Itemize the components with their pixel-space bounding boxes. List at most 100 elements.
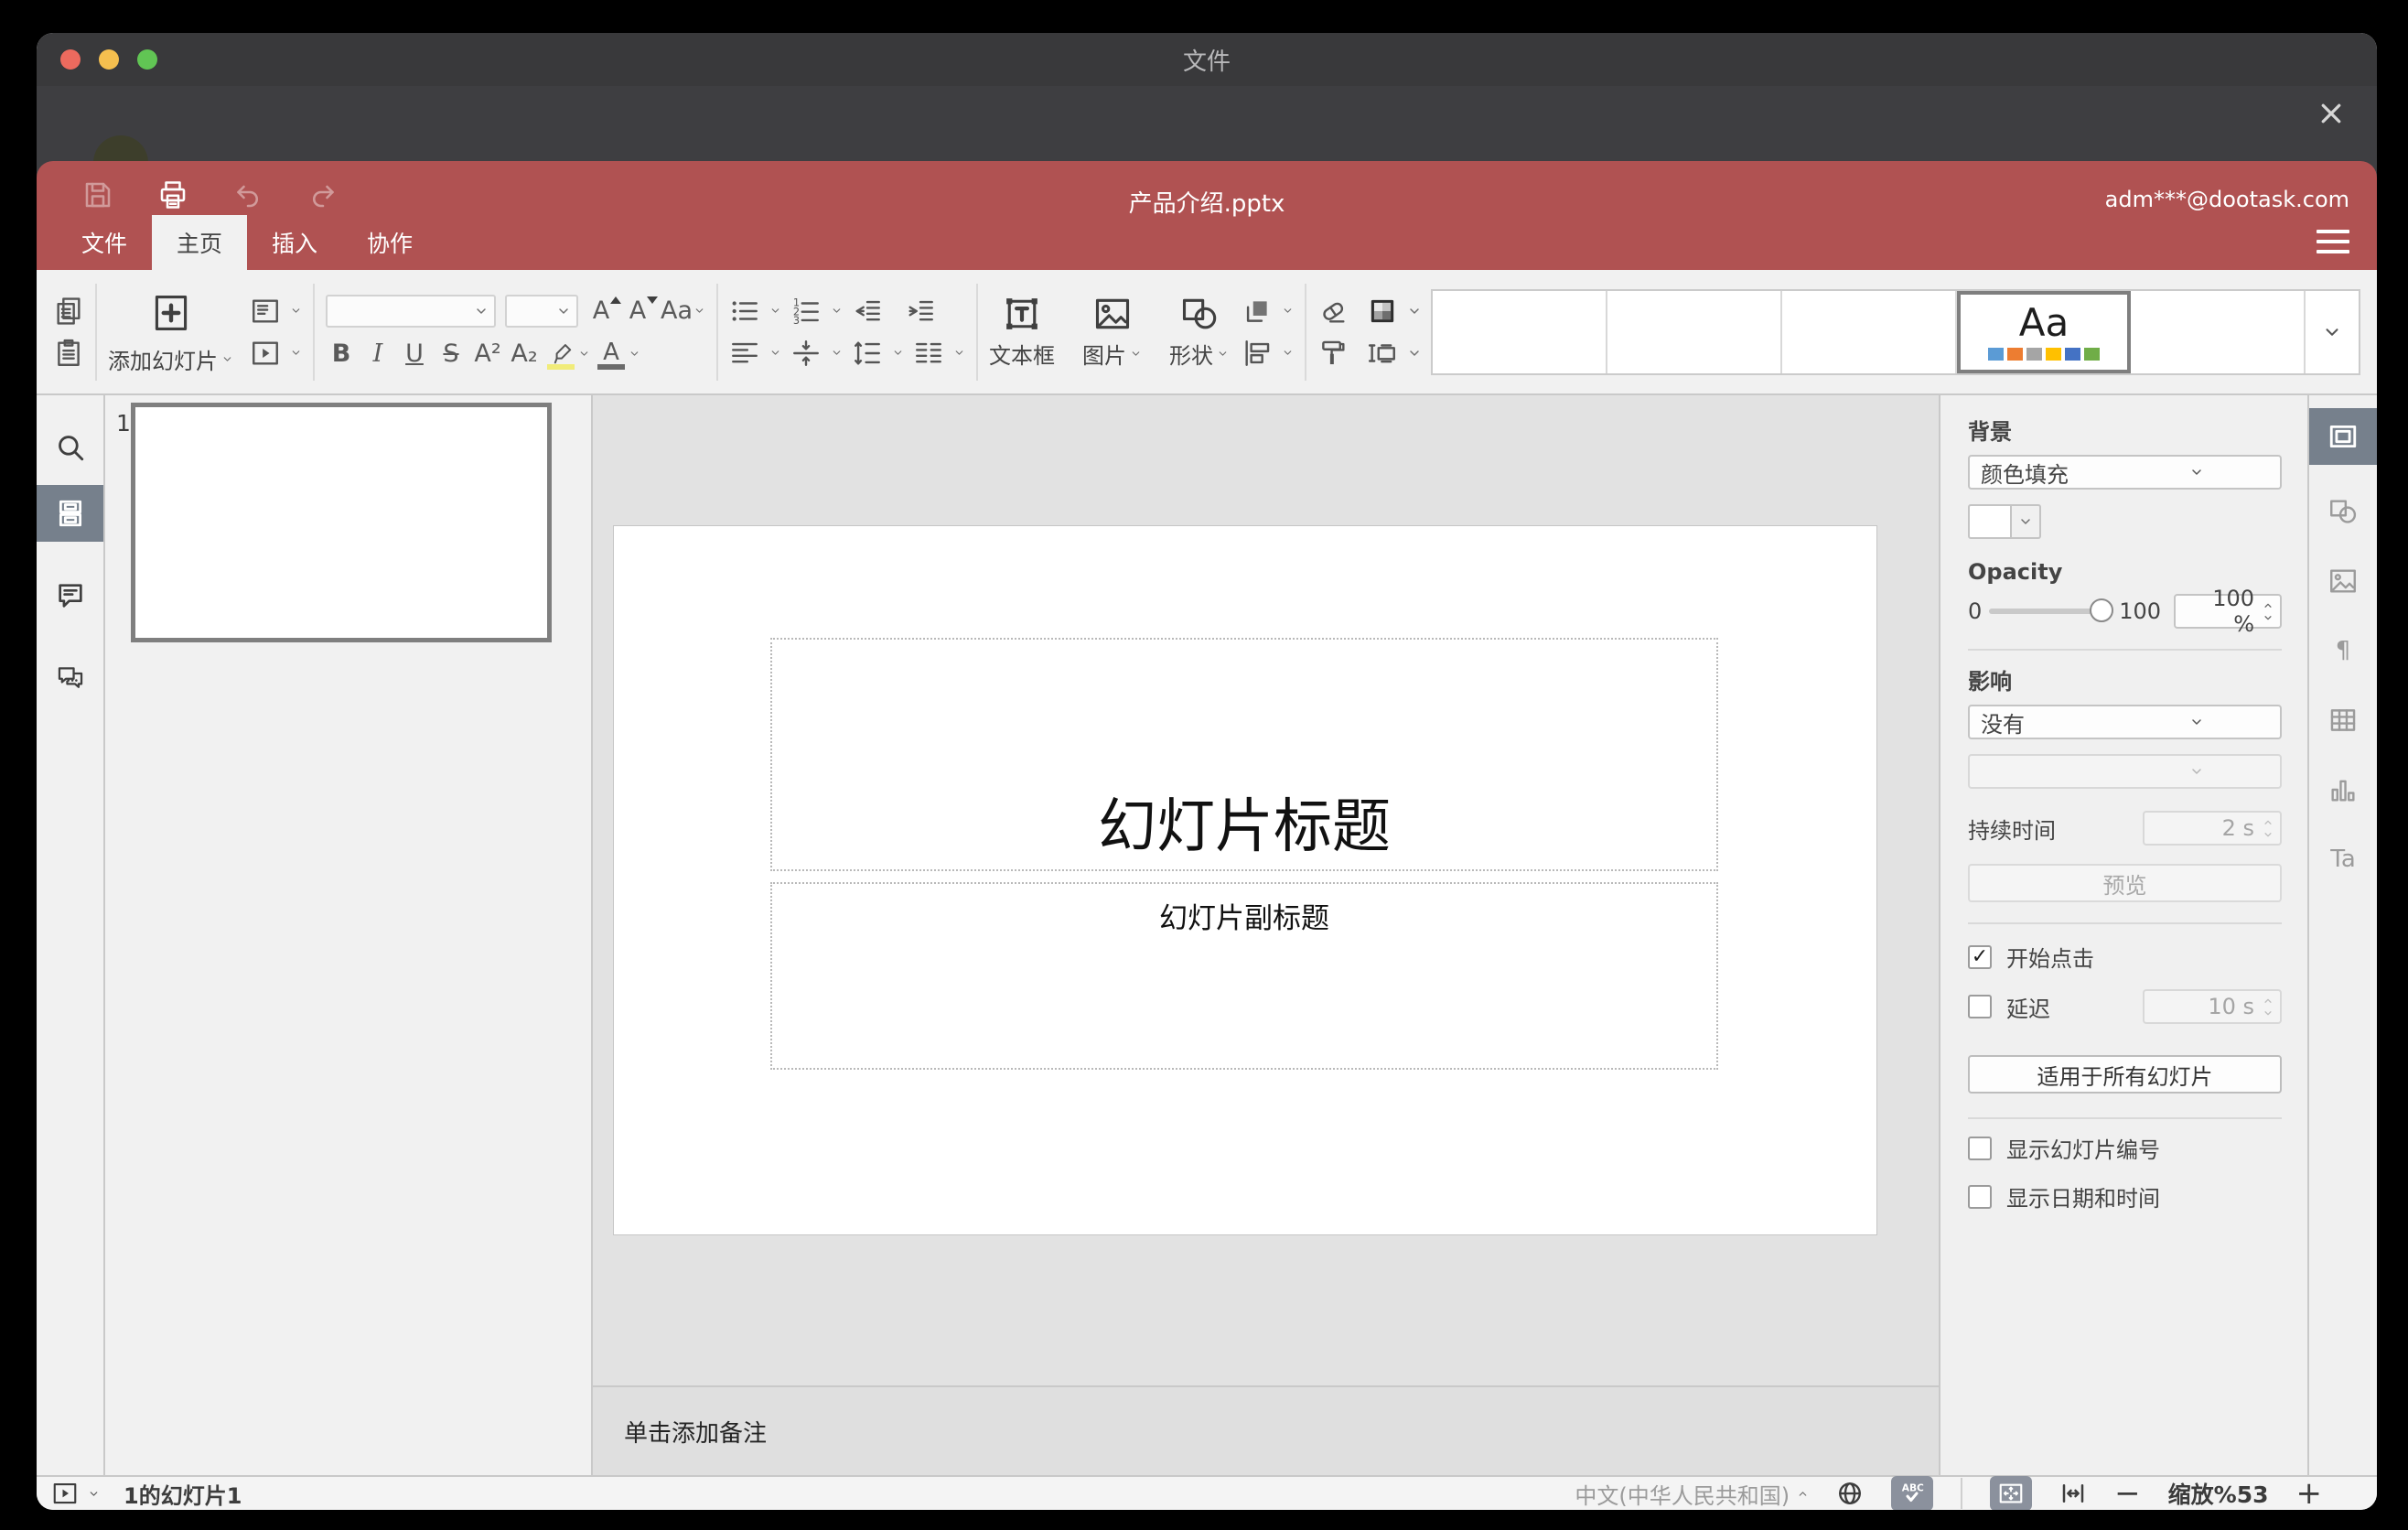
vertical-align-icon[interactable] bbox=[790, 338, 822, 369]
slide-thumbnail[interactable] bbox=[131, 403, 552, 642]
align-icon[interactable] bbox=[729, 338, 760, 369]
globe-icon[interactable] bbox=[1836, 1480, 1864, 1507]
arrange-icon[interactable] bbox=[1242, 296, 1273, 327]
chart-settings-icon[interactable] bbox=[2309, 761, 2377, 818]
columns-icon[interactable] bbox=[913, 338, 944, 369]
increase-font-button[interactable]: A bbox=[587, 296, 621, 325]
start-on-click-checkbox[interactable]: ✓ bbox=[1968, 944, 1992, 969]
notes-area[interactable]: 单击添加备注 bbox=[593, 1385, 1939, 1475]
comment-icon[interactable] bbox=[37, 567, 103, 624]
font-size-combo[interactable] bbox=[505, 294, 578, 328]
strikethrough-button[interactable]: S bbox=[435, 339, 467, 368]
opacity-slider[interactable] bbox=[1989, 598, 2114, 622]
fit-slide-icon[interactable] bbox=[1990, 1476, 2033, 1510]
chevron-down-icon[interactable] bbox=[1407, 304, 1422, 318]
eraser-icon[interactable] bbox=[1317, 296, 1349, 327]
zoom-window-button[interactable] bbox=[137, 49, 157, 70]
tab-collaboration[interactable]: 协作 bbox=[342, 215, 437, 270]
color-scheme-icon[interactable] bbox=[1367, 296, 1398, 327]
copy-icon[interactable] bbox=[53, 296, 84, 327]
background-fill-select[interactable]: 颜色填充 bbox=[1968, 455, 2282, 490]
change-case-button[interactable]: Aa bbox=[661, 296, 693, 325]
slide-layout-icon[interactable] bbox=[250, 296, 281, 327]
theme-tile[interactable] bbox=[1433, 290, 1607, 373]
chat-icon[interactable] bbox=[37, 650, 103, 706]
add-slide-button[interactable]: 添加幻灯片 bbox=[108, 288, 233, 375]
effect-type-select[interactable] bbox=[1968, 754, 2282, 789]
chevron-down-icon[interactable] bbox=[290, 347, 302, 359]
subtitle-placeholder[interactable]: 幻灯片副标题 bbox=[770, 882, 1718, 1070]
close-window-button[interactable] bbox=[60, 49, 81, 70]
slide-settings-icon[interactable] bbox=[2309, 408, 2377, 465]
line-spacing-icon[interactable] bbox=[852, 338, 883, 369]
chevron-down-icon[interactable] bbox=[769, 347, 781, 359]
tab-insert[interactable]: 插入 bbox=[247, 215, 342, 270]
theme-tile[interactable] bbox=[1782, 290, 1957, 373]
superscript-button[interactable]: A² bbox=[472, 339, 503, 368]
numbered-list-icon[interactable]: 123 bbox=[790, 296, 822, 327]
spellcheck-icon[interactable]: ABC bbox=[1891, 1476, 1934, 1510]
paragraph-settings-icon[interactable]: ¶ bbox=[2309, 622, 2377, 679]
slide-canvas[interactable]: 幻灯片标题 幻灯片副标题 bbox=[593, 395, 1939, 1385]
paste-icon[interactable] bbox=[53, 338, 84, 369]
show-slide-number-checkbox[interactable] bbox=[1968, 1136, 1992, 1160]
chevron-down-icon[interactable] bbox=[1282, 347, 1294, 359]
indent-icon[interactable] bbox=[905, 296, 936, 327]
chevron-down-icon[interactable] bbox=[88, 1488, 100, 1500]
close-icon[interactable] bbox=[2313, 95, 2349, 132]
bold-button[interactable]: B bbox=[326, 339, 357, 368]
chevron-down-icon[interactable] bbox=[693, 305, 705, 317]
theme-tile-selected[interactable]: Aa bbox=[1957, 290, 2131, 373]
chevron-down-icon[interactable] bbox=[892, 347, 904, 359]
preview-button[interactable]: 预览 bbox=[1968, 864, 2282, 902]
zoom-in-button[interactable]: + bbox=[2296, 1478, 2323, 1509]
slides-panel-icon[interactable] bbox=[37, 485, 103, 542]
effect-select[interactable]: 没有 bbox=[1968, 705, 2282, 739]
chevron-down-icon[interactable] bbox=[769, 305, 781, 317]
fill-color-swatch[interactable] bbox=[1968, 504, 2012, 539]
chevron-down-icon[interactable] bbox=[578, 348, 590, 360]
apply-to-all-slides-button[interactable]: 适用于所有幻灯片 bbox=[1968, 1055, 2282, 1094]
fit-width-icon[interactable] bbox=[2059, 1480, 2087, 1507]
paint-roller-icon[interactable] bbox=[1317, 338, 1349, 369]
minimize-window-button[interactable] bbox=[99, 49, 119, 70]
font-name-combo[interactable] bbox=[326, 294, 496, 328]
chevron-down-icon[interactable] bbox=[831, 347, 843, 359]
hamburger-icon[interactable] bbox=[2317, 230, 2349, 253]
tab-file[interactable]: 文件 bbox=[57, 215, 152, 270]
subscript-button[interactable]: A₂ bbox=[509, 339, 540, 368]
bullet-list-icon[interactable] bbox=[729, 296, 760, 327]
stepper-arrows-icon[interactable] bbox=[2262, 601, 2274, 622]
highlight-color-button[interactable] bbox=[545, 339, 576, 370]
font-color-button[interactable]: A bbox=[596, 339, 627, 370]
theme-tile[interactable] bbox=[2131, 290, 2306, 373]
chevron-down-icon[interactable] bbox=[629, 348, 640, 360]
shape-settings-icon[interactable] bbox=[2309, 483, 2377, 540]
decrease-font-button[interactable]: A bbox=[624, 296, 658, 325]
chevron-down-icon[interactable] bbox=[1407, 346, 1422, 361]
insert-image-button[interactable]: 图片 bbox=[1082, 294, 1142, 370]
title-placeholder[interactable]: 幻灯片标题 bbox=[770, 638, 1718, 871]
textart-settings-icon[interactable]: Ta bbox=[2309, 831, 2377, 888]
image-settings-icon[interactable] bbox=[2309, 553, 2377, 609]
chevron-down-icon[interactable] bbox=[831, 305, 843, 317]
tab-home[interactable]: 主页 bbox=[152, 215, 248, 270]
opacity-input[interactable]: 100 % bbox=[2174, 586, 2282, 637]
chevron-down-icon[interactable] bbox=[290, 305, 302, 317]
show-date-checkbox[interactable] bbox=[1968, 1184, 1992, 1209]
theme-tile[interactable] bbox=[1607, 290, 1782, 373]
insert-shape-button[interactable]: 形状 bbox=[1169, 294, 1229, 370]
slideshow-icon[interactable] bbox=[250, 338, 281, 369]
chevron-down-icon[interactable] bbox=[953, 347, 965, 359]
fill-color-dropdown-icon[interactable] bbox=[2012, 504, 2041, 539]
insert-textbox-button[interactable]: 文本框 bbox=[989, 294, 1055, 370]
theme-gallery-expand-icon[interactable] bbox=[2306, 291, 2359, 373]
outdent-icon[interactable] bbox=[852, 296, 883, 327]
language-selector[interactable]: 中文(中华人民共和国) bbox=[1575, 1478, 1809, 1510]
align-objects-icon[interactable] bbox=[1242, 338, 1273, 369]
slide-size-icon[interactable] bbox=[1367, 338, 1398, 369]
slide-editing-area[interactable]: 幻灯片标题 幻灯片副标题 bbox=[614, 526, 1876, 1234]
search-icon[interactable] bbox=[37, 419, 103, 476]
table-settings-icon[interactable] bbox=[2309, 692, 2377, 749]
zoom-out-button[interactable]: − bbox=[2114, 1478, 2141, 1509]
